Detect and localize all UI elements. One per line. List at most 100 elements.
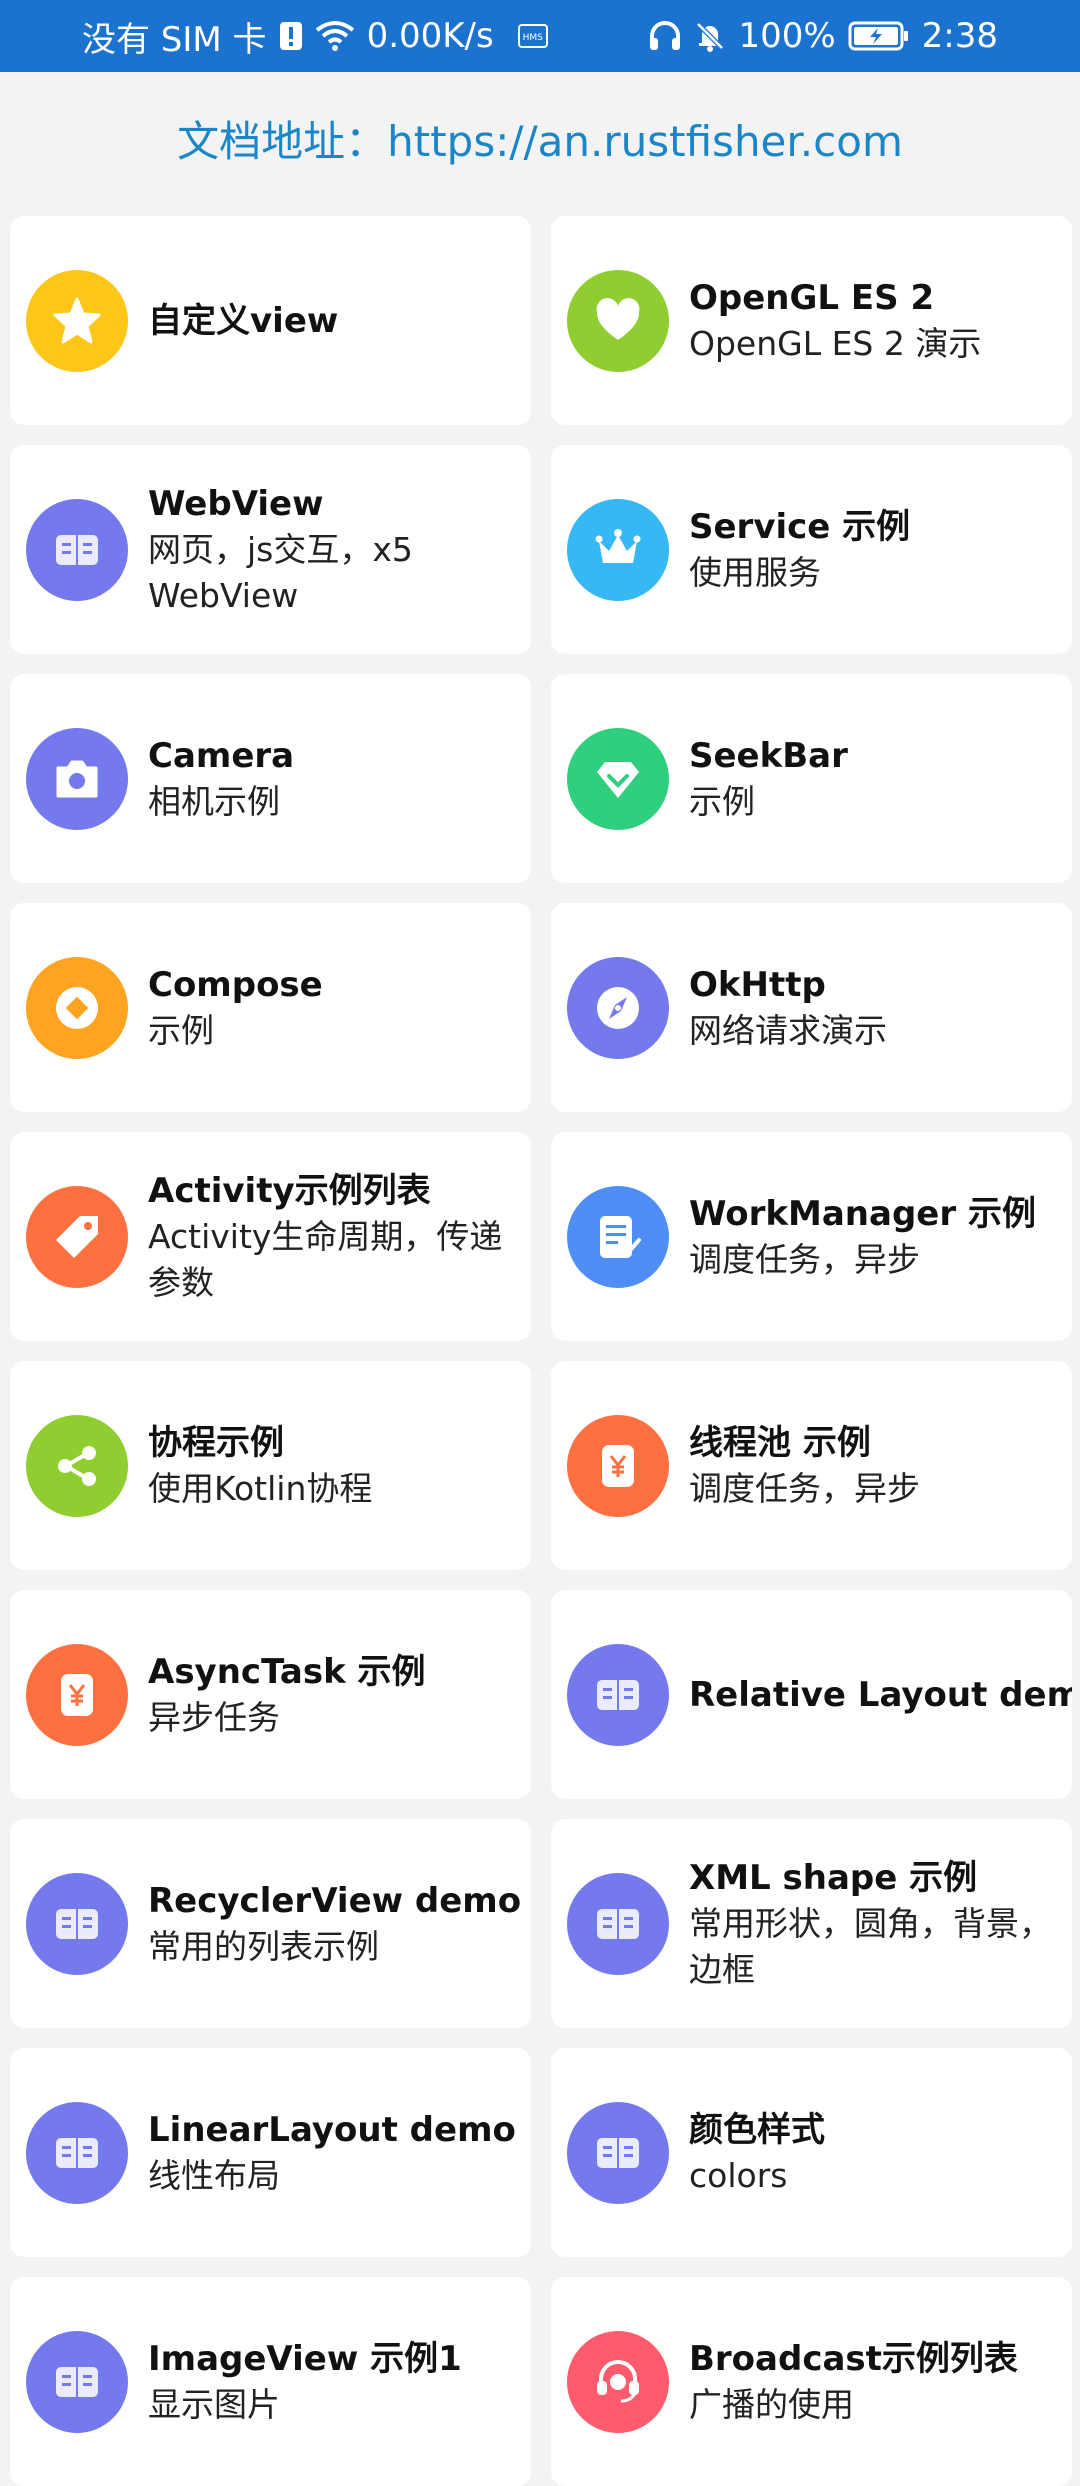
card-title: OpenGL ES 2 — [689, 277, 935, 318]
card-title: 颜色样式 — [689, 2109, 825, 2150]
yuan-icon — [567, 1414, 669, 1517]
card-text: 自定义view — [148, 298, 338, 344]
demo-card[interactable]: Camera 相机示例 — [10, 674, 531, 883]
carrier-text: 没有 SIM 卡 — [82, 19, 267, 60]
card-title: OkHttp — [689, 964, 826, 1005]
demo-card[interactable]: 自定义view — [10, 216, 531, 425]
demo-card[interactable]: Broadcast示例列表 广播的使用 — [551, 2277, 1072, 2486]
card-title: Relative Layout demo — [689, 1674, 1072, 1715]
demo-card[interactable]: XML shape 示例常用形状，圆角，背景，边框 — [551, 1819, 1072, 2028]
card-text: Service 示例 使用服务 — [689, 504, 910, 596]
diamond-icon — [567, 727, 669, 830]
card-title: LinearLayout demo — [148, 2109, 516, 2150]
card-title: Service 示例 — [689, 506, 911, 547]
wifi-icon — [315, 20, 355, 52]
card-subtitle: 调度任务，异步 — [689, 1468, 920, 1508]
card-text: LinearLayout demo 线性布局 — [148, 2107, 516, 2199]
card-subtitle: 示例 — [689, 781, 755, 821]
book-icon — [26, 2101, 128, 2204]
card-text: Compose 示例 — [148, 962, 323, 1054]
card-text: XML shape 示例常用形状，圆角，背景，边框 — [689, 1855, 1064, 1993]
crown-icon — [567, 498, 669, 601]
demo-card[interactable]: ImageView 示例1 显示图片 — [10, 2277, 531, 2486]
card-text: OkHttp 网络请求演示 — [689, 962, 887, 1054]
demo-card[interactable]: LinearLayout demo 线性布局 — [10, 2048, 531, 2257]
compass-icon — [567, 956, 669, 1059]
book-icon — [567, 1872, 669, 1975]
card-title: RecyclerView demo — [148, 1880, 522, 1921]
status-bar: 没有 SIM 卡 0.00K/s HMS 100% 2:38 — [0, 0, 1080, 72]
star-icon — [26, 269, 128, 372]
battery-icon — [848, 21, 910, 51]
card-text: WebView 网页，js交互，x5 WebView — [148, 481, 523, 619]
card-text: SeekBar 示例 — [689, 733, 848, 825]
card-text: AsyncTask 示例 异步任务 — [148, 1649, 426, 1741]
demo-card[interactable]: 线程池 示例调度任务，异步 — [551, 1361, 1072, 1570]
card-title: Activity示例列表 — [148, 1170, 431, 1211]
card-title: 自定义view — [148, 300, 339, 341]
card-text: Broadcast示例列表 广播的使用 — [689, 2336, 1018, 2428]
coin-icon — [26, 956, 128, 1059]
card-title: SeekBar — [689, 735, 848, 776]
card-title: WebView — [148, 483, 324, 524]
card-subtitle: colors — [689, 2155, 788, 2195]
book-icon — [567, 2101, 669, 2204]
book-icon — [26, 2330, 128, 2433]
card-subtitle: 相机示例 — [148, 781, 280, 821]
card-subtitle: OpenGL ES 2 演示 — [689, 323, 982, 363]
card-subtitle: 常用的列表示例 — [148, 1926, 379, 1966]
card-text: Activity示例列表 Activity生命周期，传递参数 — [148, 1168, 523, 1306]
yuan-icon — [26, 1643, 128, 1746]
demo-card[interactable]: Service 示例 使用服务 — [551, 445, 1072, 654]
card-text: 线程池 示例调度任务，异步 — [689, 1420, 920, 1512]
card-title: 线程池 示例 — [689, 1422, 871, 1463]
book-icon — [26, 498, 128, 601]
card-subtitle: 网页，js交互，x5 WebView — [148, 529, 413, 615]
card-title: ImageView 示例1 — [148, 2338, 462, 2379]
share-icon — [26, 1414, 128, 1517]
demo-grid: 自定义view OpenGL ES 2 OpenGL ES 2 演示 WebView 网… — [10, 216, 1072, 2486]
hms-icon: HMS — [517, 24, 548, 48]
card-subtitle: 调度任务，异步 — [689, 1239, 920, 1279]
demo-card[interactable]: WebView 网页，js交互，x5 WebView — [10, 445, 531, 654]
card-title: Compose — [148, 964, 323, 1005]
battery-percent: 100% — [738, 16, 836, 56]
card-text: 协程示例使用Kotlin协程 — [148, 1420, 372, 1512]
card-text: 颜色样式 colors — [689, 2107, 825, 2199]
card-title: Camera — [148, 735, 295, 776]
demo-card[interactable]: SeekBar 示例 — [551, 674, 1072, 883]
demo-card[interactable]: AsyncTask 示例 异步任务 — [10, 1590, 531, 1799]
demo-card[interactable]: OkHttp 网络请求演示 — [551, 903, 1072, 1112]
card-title: 协程示例 — [148, 1422, 284, 1463]
card-subtitle: 显示图片 — [148, 2384, 280, 2424]
card-text: Camera 相机示例 — [148, 733, 294, 825]
card-subtitle: 广播的使用 — [689, 2384, 854, 2424]
demo-card[interactable]: 协程示例使用Kotlin协程 — [10, 1361, 531, 1570]
tag-icon — [26, 1185, 128, 1288]
card-subtitle: 常用形状，圆角，背景，边框 — [689, 1903, 1052, 1989]
card-subtitle: 线性布局 — [148, 2155, 280, 2195]
demo-card[interactable]: Compose 示例 — [10, 903, 531, 1112]
demo-card[interactable]: Activity示例列表 Activity生命周期，传递参数 — [10, 1132, 531, 1341]
card-subtitle: 异步任务 — [148, 1697, 280, 1737]
card-text: ImageView 示例1 显示图片 — [148, 2336, 462, 2428]
demo-card[interactable]: WorkManager 示例 调度任务，异步 — [551, 1132, 1072, 1341]
card-text: WorkManager 示例 调度任务，异步 — [689, 1191, 1036, 1283]
demo-card[interactable]: Relative Layout demo — [551, 1590, 1072, 1799]
card-subtitle: 网络请求演示 — [689, 1010, 887, 1050]
note-icon — [567, 1185, 669, 1288]
demo-card[interactable]: 颜色样式 colors — [551, 2048, 1072, 2257]
card-text: OpenGL ES 2 OpenGL ES 2 演示 — [689, 275, 981, 367]
card-title: XML shape 示例 — [689, 1857, 978, 1898]
demo-card[interactable]: RecyclerView demo 常用的列表示例 — [10, 1819, 531, 2028]
card-title: Broadcast示例列表 — [689, 2338, 1018, 2379]
headset-icon — [567, 2330, 669, 2433]
headphones-icon — [648, 20, 682, 52]
card-text: Relative Layout demo — [689, 1672, 1072, 1718]
demo-card[interactable]: OpenGL ES 2 OpenGL ES 2 演示 — [551, 216, 1072, 425]
network-speed: 0.00K/s — [366, 16, 494, 56]
book-icon — [26, 1872, 128, 1975]
card-title: WorkManager 示例 — [689, 1193, 1036, 1234]
card-subtitle: 使用Kotlin协程 — [148, 1468, 373, 1508]
doc-address-link[interactable]: 文档地址：https://an.rustfisher.com — [0, 108, 1080, 169]
